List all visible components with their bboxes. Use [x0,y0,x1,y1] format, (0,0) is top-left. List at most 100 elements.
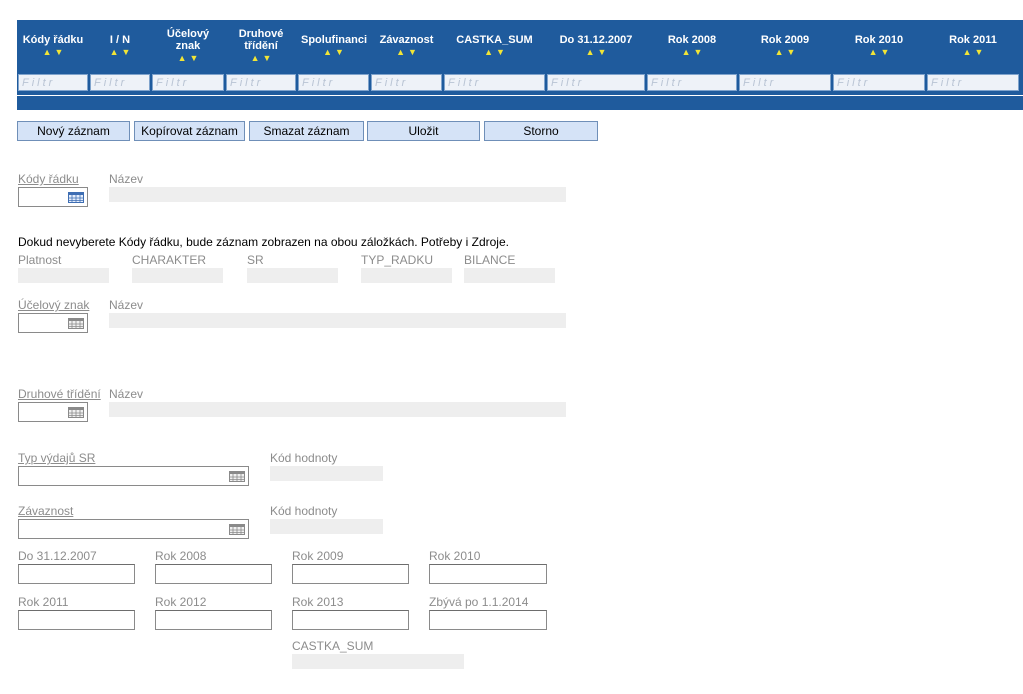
zavaznost-picker[interactable] [18,519,249,539]
zbyva-label: Zbývá po 1.1.2014 [429,595,529,609]
rok-2011-label: Rok 2011 [18,595,69,609]
zbyva-input[interactable] [429,610,547,630]
filter-input-rok-2009[interactable] [739,74,831,91]
sort-desc-icon[interactable]: ▼ [263,53,272,63]
sort-desc-icon[interactable]: ▼ [408,47,417,57]
rok-2008-label: Rok 2008 [155,549,207,563]
rok-2009-input[interactable] [292,564,409,584]
column-header-rok-2011[interactable]: Rok 2011 ▲ ▼ [926,20,1020,71]
typ-vydaju-kod-hodnoty-label: Kód hodnoty [270,451,338,465]
filter-input-castka-sum[interactable] [444,74,545,91]
sort-desc-icon[interactable]: ▼ [55,47,64,57]
column-header-rok-2010[interactable]: Rok 2010 ▲ ▼ [832,20,926,71]
kody-radku-picker[interactable] [18,187,88,207]
do-2007-label: Do 31.12.2007 [18,549,97,563]
rok-2012-input[interactable] [155,610,272,630]
save-button[interactable]: Uložit [367,121,480,141]
filter-input-zavaznost[interactable] [371,74,442,91]
calendar-grid-icon[interactable] [68,407,84,418]
ucelovy-znak-picker[interactable] [18,313,88,333]
column-header-kody-radku[interactable]: Kódy řádku ▲ ▼ [17,20,89,71]
sort-asc-icon[interactable]: ▲ [178,53,187,63]
filter-input-druhove-trideni[interactable] [226,74,296,91]
column-header-ucelovy-znak[interactable]: Účelový znak ▲ ▼ [151,20,225,71]
filter-input-do-2007[interactable] [547,74,645,91]
column-header-do-2007[interactable]: Do 31.12.2007 ▲ ▼ [546,20,646,71]
sort-asc-icon[interactable]: ▲ [869,47,878,57]
copy-record-button[interactable]: Kopírovat záznam [134,121,245,141]
do-2007-input[interactable] [18,564,135,584]
filter-input-rok-2008[interactable] [647,74,737,91]
sort-asc-icon[interactable]: ▲ [682,47,691,57]
column-label: Rok 2009 [760,34,810,46]
kody-radku-label: Kódy řádku [18,172,79,186]
grid-body [17,95,1023,110]
rok-2010-input[interactable] [429,564,547,584]
sort-asc-icon[interactable]: ▲ [251,53,260,63]
sort-desc-icon[interactable]: ▼ [598,47,607,57]
filter-input-i-n[interactable] [90,74,150,91]
calendar-grid-icon[interactable] [229,524,245,535]
rok-2010-label: Rok 2010 [429,549,481,563]
platnost-value [18,268,109,283]
sort-desc-icon[interactable]: ▼ [190,53,199,63]
column-header-i-n[interactable]: I / N ▲ ▼ [89,20,151,71]
rok-2011-input[interactable] [18,610,135,630]
filter-input-spolufinanci[interactable] [298,74,369,91]
calendar-grid-icon[interactable] [68,318,84,329]
column-label-line-2: znak [175,40,201,52]
sort-desc-icon[interactable]: ▼ [975,47,984,57]
ucelovy-znak-label: Účelový znak [18,298,90,312]
sr-label: SR [247,253,264,267]
kody-radku-nazev-label: Název [109,172,144,186]
calendar-grid-icon[interactable] [68,192,84,203]
column-header-zavaznost[interactable]: Závaznost ▲ ▼ [370,20,443,71]
charakter-label: CHARAKTER [132,253,207,267]
platnost-label: Platnost [18,253,62,267]
sort-asc-icon[interactable]: ▲ [586,47,595,57]
sort-desc-icon[interactable]: ▼ [496,47,505,57]
column-header-druhove-trideni[interactable]: Druhové třídění ▲ ▼ [225,20,297,71]
typ-vydaju-picker[interactable] [18,466,249,486]
sort-asc-icon[interactable]: ▲ [963,47,972,57]
column-label: Rok 2010 [854,34,904,46]
column-header-rok-2008[interactable]: Rok 2008 ▲ ▼ [646,20,738,71]
sort-asc-icon[interactable]: ▲ [396,47,405,57]
sort-asc-icon[interactable]: ▲ [323,47,332,57]
cancel-button[interactable]: Storno [484,121,598,141]
ucelovy-znak-nazev-value [109,313,566,328]
calendar-grid-icon[interactable] [229,471,245,482]
sort-asc-icon[interactable]: ▲ [110,47,119,57]
sort-asc-icon[interactable]: ▲ [43,47,52,57]
rok-2013-input[interactable] [292,610,409,630]
sort-asc-icon[interactable]: ▲ [775,47,784,57]
filter-input-ucelovy-znak[interactable] [152,74,224,91]
column-label-line-2: třídění [244,40,278,52]
rok-2009-label: Rok 2009 [292,549,344,563]
column-header-spolufinanci[interactable]: Spolufinanci ▲ ▼ [297,20,370,71]
zavaznost-label: Závaznost [18,504,74,518]
new-record-button[interactable]: Nový záznam [17,121,130,141]
sort-asc-icon[interactable]: ▲ [484,47,493,57]
rok-2012-label: Rok 2012 [155,595,207,609]
typ-radku-label: TYP_RADKU [361,253,434,267]
sort-desc-icon[interactable]: ▼ [694,47,703,57]
kody-radku-nazev-value [109,187,566,202]
column-label: Do 31.12.2007 [559,34,633,46]
column-label: Rok 2011 [949,34,997,46]
sort-desc-icon[interactable]: ▼ [335,47,344,57]
sort-desc-icon[interactable]: ▼ [787,47,796,57]
sort-desc-icon[interactable]: ▼ [881,47,890,57]
column-header-rok-2009[interactable]: Rok 2009 ▲ ▼ [738,20,832,71]
info-text: Dokud nevyberete Kódy řádku, bude záznam… [18,235,509,249]
filter-input-rok-2010[interactable] [833,74,925,91]
column-header-castka-sum[interactable]: CASTKA_SUM ▲ ▼ [443,20,546,71]
filter-input-kody-radku[interactable] [18,74,88,91]
filter-input-rok-2011[interactable] [927,74,1019,91]
druhove-trideni-picker[interactable] [18,402,88,422]
druhove-trideni-label: Druhové třídění [18,387,101,401]
rok-2008-input[interactable] [155,564,272,584]
druhove-trideni-nazev-value [109,402,566,417]
sort-desc-icon[interactable]: ▼ [122,47,131,57]
delete-record-button[interactable]: Smazat záznam [249,121,364,141]
